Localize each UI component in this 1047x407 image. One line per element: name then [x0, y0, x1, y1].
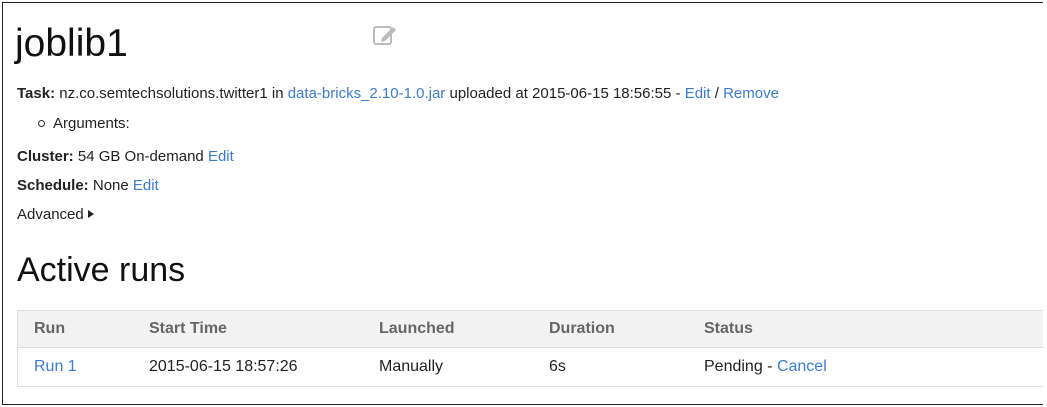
task-class-name: nz.co.semtechsolutions.twitter1	[59, 85, 268, 102]
task-label: Task:	[17, 85, 56, 102]
edit-icon[interactable]	[371, 23, 401, 49]
jar-link[interactable]: data-bricks_2.10-1.0.jar	[288, 85, 446, 102]
column-header-status: Status	[704, 320, 753, 337]
task-remove-link[interactable]: Remove	[723, 85, 779, 102]
start-time-cell: 2015-06-15 18:57:26	[149, 358, 298, 375]
page-title: joblib1	[15, 22, 128, 65]
bullet-icon	[38, 119, 45, 127]
table-header: Run Start Time Launched Duration Status	[18, 311, 1043, 348]
arguments-row: Arguments:	[38, 114, 130, 134]
task-uploaded-text: uploaded at 2015-06-15 18:56:55 -	[449, 85, 681, 102]
task-in-text: in	[271, 85, 284, 102]
arguments-label: Arguments:	[53, 115, 130, 132]
column-header-run: Run	[34, 320, 66, 337]
cluster-value: 54 GB On-demand	[77, 148, 204, 165]
active-runs-title: Active runs	[17, 251, 186, 289]
task-row: Task: nz.co.semtechsolutions.twitter1 in…	[17, 84, 779, 104]
schedule-value: None	[92, 177, 129, 194]
schedule-row: Schedule: None Edit	[17, 176, 159, 196]
cluster-label: Cluster:	[17, 148, 74, 165]
schedule-label: Schedule:	[17, 177, 89, 194]
status-cell: Pending - Cancel	[704, 348, 827, 386]
advanced-label: Advanced	[17, 206, 84, 223]
duration-cell: 6s	[549, 358, 566, 375]
table-row: Run 1 2015-06-15 18:57:26 Manually 6s Pe…	[18, 348, 1043, 386]
caret-right-icon	[87, 210, 94, 219]
advanced-toggle[interactable]: Advanced	[17, 205, 94, 225]
run-link[interactable]: Run 1	[34, 348, 77, 386]
column-header-launched: Launched	[379, 320, 455, 337]
launched-cell: Manually	[379, 358, 444, 375]
task-edit-link[interactable]: Edit	[685, 85, 711, 102]
status-separator: -	[767, 358, 773, 375]
active-runs-table: Run Start Time Launched Duration Status …	[17, 310, 1043, 387]
cluster-row: Cluster: 54 GB On-demand Edit	[17, 147, 234, 167]
column-header-duration: Duration	[549, 320, 615, 337]
schedule-edit-link[interactable]: Edit	[133, 177, 159, 194]
column-header-start-time: Start Time	[149, 320, 227, 337]
status-text: Pending	[704, 358, 763, 375]
cancel-link[interactable]: Cancel	[777, 358, 827, 375]
task-separator: /	[714, 85, 719, 102]
cluster-edit-link[interactable]: Edit	[208, 148, 234, 165]
